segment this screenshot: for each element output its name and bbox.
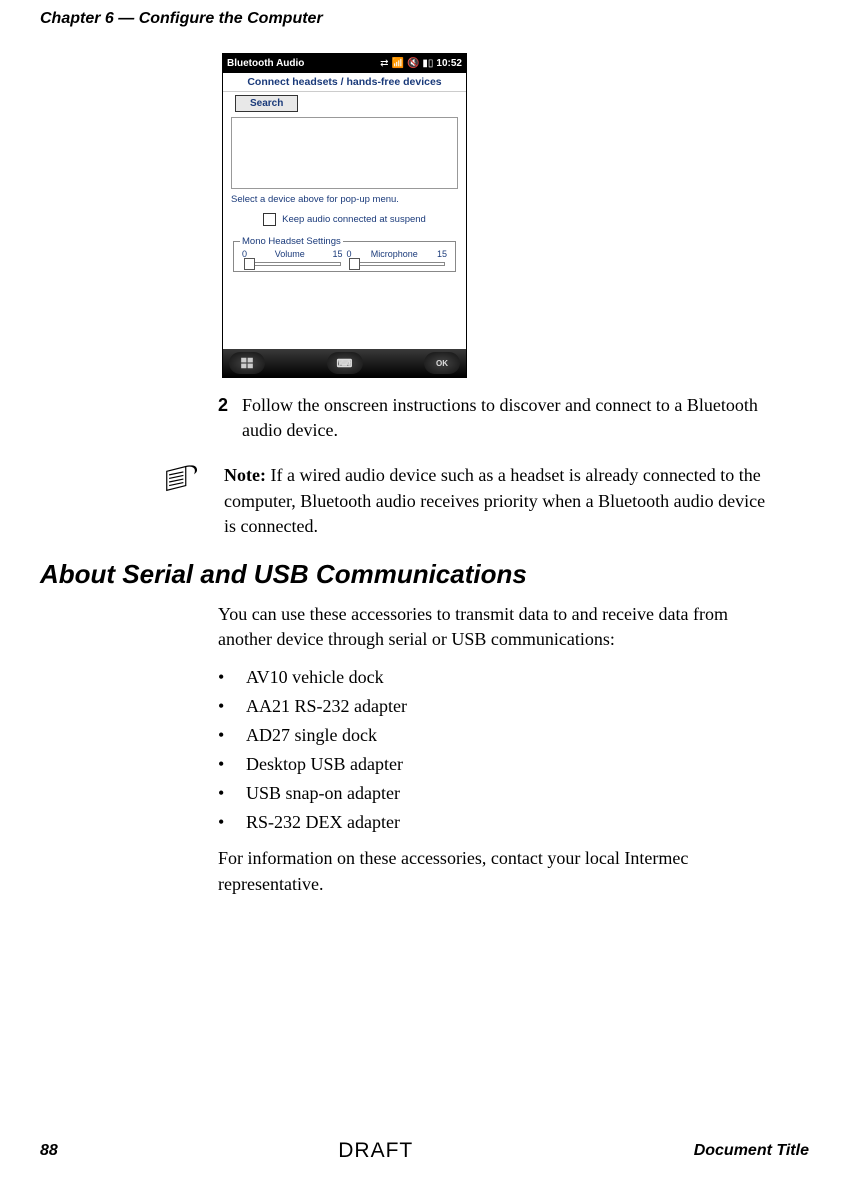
section-intro: You can use these accessories to transmi…: [40, 602, 809, 652]
ok-button[interactable]: OK: [424, 352, 460, 374]
mono-legend: Mono Headset Settings: [240, 236, 343, 247]
bullet-icon: •: [218, 751, 228, 778]
windows-start-button[interactable]: [229, 352, 265, 374]
select-device-hint: Select a device above for pop-up menu.: [223, 192, 466, 210]
list-item-text: RS-232 DEX adapter: [246, 809, 400, 836]
list-item-text: AA21 RS-232 adapter: [246, 693, 407, 720]
status-app-title: Bluetooth Audio: [227, 58, 380, 69]
clock-text: 10:52: [436, 58, 462, 69]
note-body: If a wired audio device such as a headse…: [224, 465, 765, 535]
list-item: • AD27 single dock: [218, 722, 779, 749]
connect-headsets-label: Connect headsets / hands-free devices: [223, 73, 466, 92]
bullet-icon: •: [218, 722, 228, 749]
section-outro: For information on these accessories, co…: [40, 846, 809, 896]
chapter-header: Chapter 6 — Configure the Computer: [40, 0, 809, 28]
volume-slider[interactable]: [244, 262, 341, 266]
bottom-soft-keys: ⌨ OK: [223, 349, 466, 377]
phone-screen: Bluetooth Audio ⇄ 📶 🔇 ▮▯ 10:52 Connect h…: [222, 53, 467, 378]
list-item: • RS-232 DEX adapter: [218, 809, 779, 836]
list-item-text: Desktop USB adapter: [246, 751, 403, 778]
keyboard-button[interactable]: ⌨: [327, 352, 363, 374]
bullet-icon: •: [218, 809, 228, 836]
microphone-slider-thumb[interactable]: [349, 258, 360, 270]
bullet-icon: •: [218, 780, 228, 807]
list-item: • AV10 vehicle dock: [218, 664, 779, 691]
status-icons: ⇄ 📶 🔇 ▮▯ 10:52: [380, 58, 462, 69]
microphone-slider-group: 0 Microphone 15: [345, 249, 450, 266]
draft-watermark: DRAFT: [338, 1139, 413, 1163]
note-block: Note: If a wired audio device such as a …: [40, 463, 809, 539]
list-item-text: USB snap-on adapter: [246, 780, 400, 807]
signal-icon: 📶: [392, 58, 404, 69]
keep-audio-label: Keep audio connected at suspend: [282, 214, 426, 225]
list-item: • AA21 RS-232 adapter: [218, 693, 779, 720]
search-row: Search: [223, 92, 466, 115]
volume-slider-group: 0 Volume 15: [240, 249, 345, 266]
status-bar: Bluetooth Audio ⇄ 📶 🔇 ▮▯ 10:52: [223, 54, 466, 73]
volume-slider-thumb[interactable]: [244, 258, 255, 270]
volume-max: 15: [332, 249, 342, 259]
list-item: • Desktop USB adapter: [218, 751, 779, 778]
phone-blank-area: [223, 276, 466, 349]
keep-audio-row: Keep audio connected at suspend: [223, 213, 466, 226]
accessory-list: •AV10 vehicle dock •AA21 RS-232 adapter …: [40, 664, 809, 836]
list-item-text: AV10 vehicle dock: [246, 664, 384, 691]
document-title: Document Title: [694, 1142, 809, 1160]
bullet-icon: •: [218, 664, 228, 691]
note-icon: [162, 463, 200, 499]
connectivity-icon: ⇄: [380, 58, 388, 69]
battery-icon: ▮▯: [422, 58, 433, 69]
search-button[interactable]: Search: [235, 95, 298, 112]
list-item: • USB snap-on adapter: [218, 780, 779, 807]
volume-label: Volume: [275, 249, 305, 259]
device-list[interactable]: [231, 117, 458, 189]
bullet-icon: •: [218, 693, 228, 720]
step-2: 2 Follow the onscreen instructions to di…: [40, 393, 809, 443]
keep-audio-checkbox[interactable]: [263, 213, 276, 226]
page-footer: 88 DRAFT Document Title: [40, 1139, 809, 1163]
section-heading: About Serial and USB Communications: [40, 559, 809, 590]
microphone-slider[interactable]: [349, 262, 446, 266]
note-prefix: Note:: [224, 465, 266, 485]
step-text: Follow the onscreen instructions to disc…: [242, 393, 779, 443]
mic-max: 15: [437, 249, 447, 259]
list-item-text: AD27 single dock: [246, 722, 377, 749]
screenshot-figure: Bluetooth Audio ⇄ 📶 🔇 ▮▯ 10:52 Connect h…: [40, 53, 809, 378]
mic-label: Microphone: [371, 249, 418, 259]
note-text: Note: If a wired audio device such as a …: [224, 463, 779, 539]
step-number: 2: [218, 393, 242, 443]
page-number: 88: [40, 1142, 58, 1160]
mono-headset-settings: Mono Headset Settings 0 Volume 15 0 Mi: [233, 236, 456, 272]
volume-icon: 🔇: [407, 58, 419, 69]
